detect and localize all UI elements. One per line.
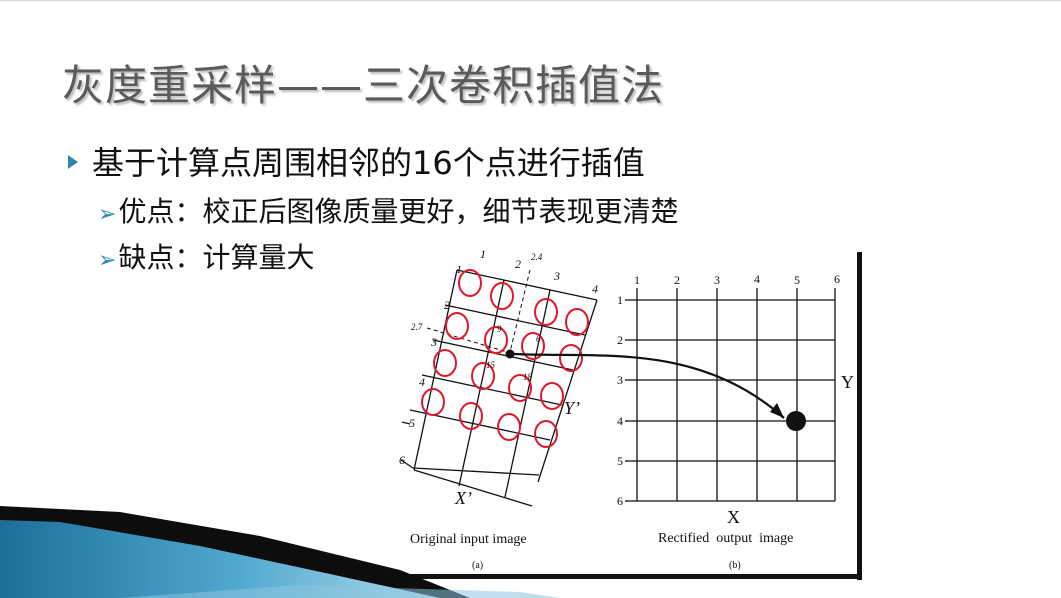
right-output-grid [625, 288, 836, 502]
sub-bullet-advantage: ➢优点：校正后图像质量更好，细节表现更清楚 [98, 190, 678, 230]
left-row-label: 1 [456, 262, 462, 276]
mapping-arrow-head [770, 403, 784, 418]
left-caption: Original input image [410, 532, 527, 547]
right-col-label: 3 [714, 273, 720, 287]
slide-title: 灰度重采样——三次卷积插值法 [62, 61, 665, 110]
bullet-triangle-icon [68, 155, 78, 169]
sub-bullet-text: 优点：校正后图像质量更好，细节表现更清楚 [118, 195, 679, 228]
right-row-label: 6 [617, 494, 623, 508]
right-col-label: 2 [674, 273, 680, 287]
left-col-label: 4 [592, 282, 598, 296]
right-axis-x-label: X [727, 507, 740, 527]
point-label: 9 [497, 324, 502, 334]
left-axis-x-label: X’ [454, 488, 472, 508]
left-col-label: 1 [480, 250, 486, 261]
left-col-label: 2.4 [531, 252, 543, 262]
right-axis-y-label: Y [841, 372, 854, 392]
left-row-label: 4 [419, 375, 425, 389]
left-rotated-grid [400, 269, 598, 507]
point-label: 6 [536, 334, 541, 344]
left-col-label: 2 [515, 257, 521, 271]
interpolated-point [505, 349, 515, 359]
neighbour-circles [421, 269, 589, 448]
right-col-label: 4 [754, 272, 760, 286]
right-col-label: 1 [634, 273, 640, 287]
figure-svg: 1 2 2.4 3 4 1 2 2.7 3 4 5 6 9 6 15 18 X’… [399, 250, 862, 580]
main-bullet: 基于计算点周围相邻的16个点进行插值 [68, 138, 645, 184]
left-row-label: 2.7 [411, 322, 423, 332]
sub-bullet-text: 缺点：计算量大 [118, 241, 315, 274]
right-row-label: 4 [617, 414, 623, 428]
main-bullet-text: 基于计算点周围相邻的16个点进行插值 [92, 144, 645, 182]
right-row-label: 3 [617, 373, 623, 387]
right-caption: Rectified output image [658, 531, 793, 546]
left-col-label: 3 [553, 269, 560, 283]
left-axis-y-label: Y’ [564, 398, 580, 418]
right-col-label: 6 [834, 272, 840, 286]
sub-bullet-disadvantage: ➢缺点：计算量大 [98, 236, 314, 276]
frame-bottom-edge [401, 574, 862, 579]
right-tag: (b) [729, 560, 741, 571]
left-row-label: 2 [444, 298, 450, 312]
point-label: 18 [523, 372, 533, 382]
top-divider [0, 0, 1061, 1]
left-row-label: 6 [399, 453, 405, 467]
interpolation-figure: 1 2 2.4 3 4 1 2 2.7 3 4 5 6 9 6 15 18 X’… [399, 250, 863, 580]
right-row-label: 1 [617, 293, 623, 307]
frame-right-edge [857, 252, 862, 580]
right-row-label: 2 [617, 333, 623, 347]
left-row-label: 5 [409, 416, 415, 430]
left-row-label: 3 [430, 335, 437, 349]
arrow-bullet-icon: ➢ [98, 202, 117, 227]
point-label: 15 [486, 360, 496, 370]
arrow-bullet-icon: ➢ [98, 248, 117, 273]
left-tag: (a) [472, 560, 483, 571]
right-row-label: 5 [617, 454, 623, 468]
output-point [786, 411, 806, 431]
right-col-label: 5 [794, 273, 800, 287]
